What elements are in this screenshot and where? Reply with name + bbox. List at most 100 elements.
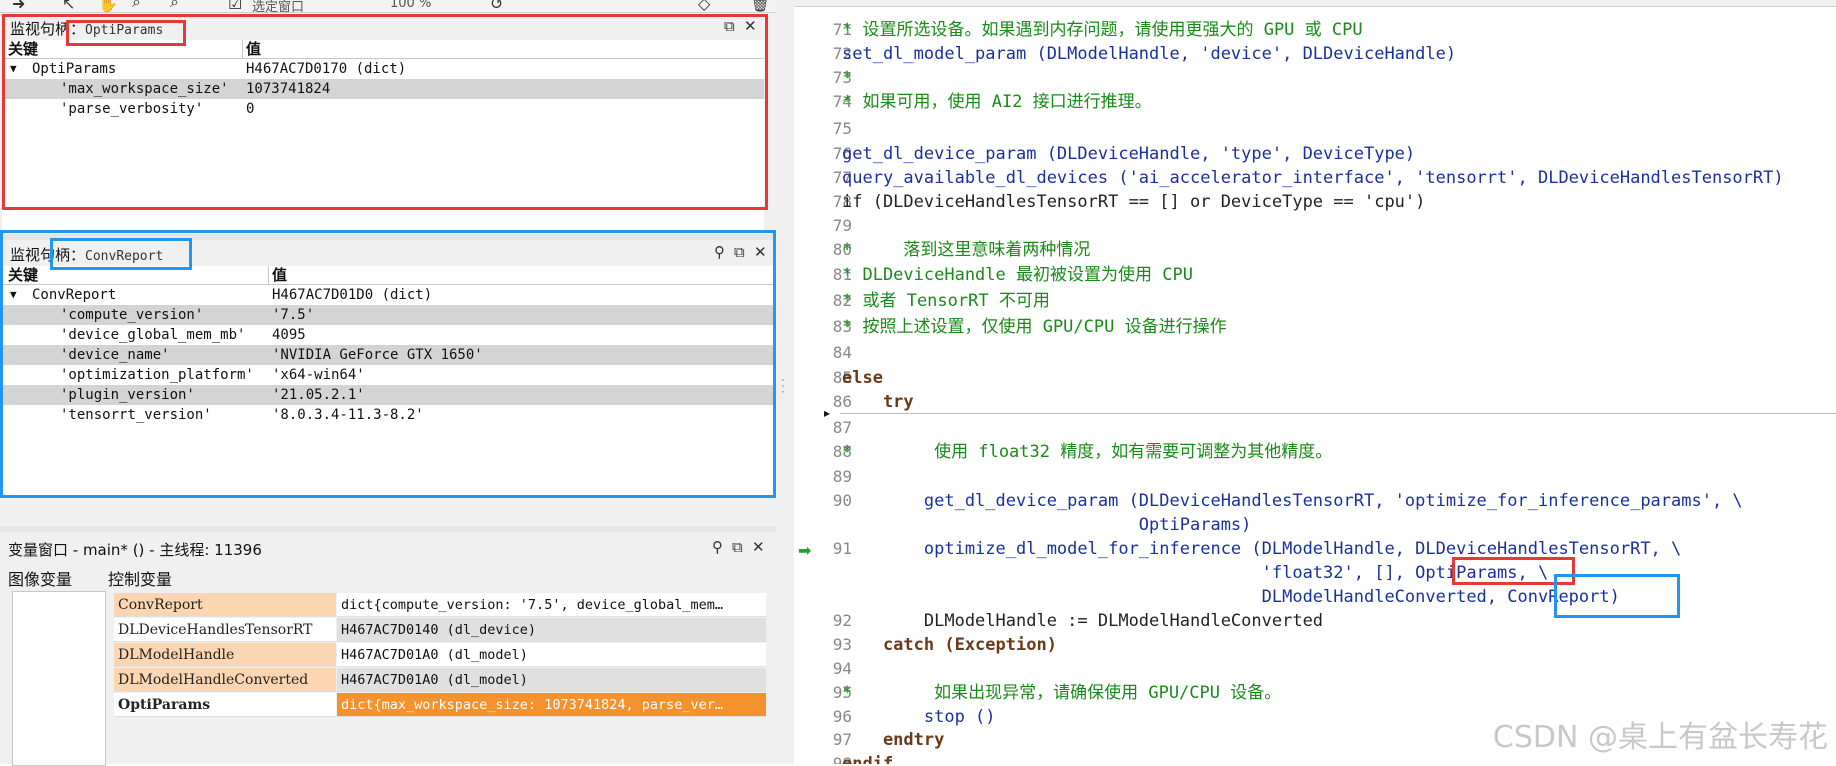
row-key: 'device_global_mem_mb' <box>60 327 246 343</box>
col-value[interactable]: 值 <box>246 40 261 58</box>
table-row[interactable]: ConvReport dict{compute_version: '7.5', … <box>114 593 766 618</box>
code-line[interactable]: 77 query_available_dl_devices ('ai_accele… <box>794 166 1836 190</box>
row-value: '7.5' <box>272 307 315 323</box>
watch-panel-title: 监视句柄：OptiParams ⧉ ✕ <box>2 14 764 40</box>
table-row[interactable]: 'device_name' 'NVIDIA GeForce GTX 1650' <box>2 345 774 365</box>
zoom-out-icon[interactable]: ⌕ <box>170 0 179 12</box>
col-key[interactable]: 关键 <box>8 40 38 58</box>
col-key[interactable]: 关键 <box>8 266 38 284</box>
code-line[interactable]: 83 * 按照上述设置，仅使用 GPU/CPU 设备进行操作 <box>794 315 1836 339</box>
code-line[interactable]: 81 * DLDeviceHandle 最初被设置为使用 CPU <box>794 263 1836 287</box>
table-row[interactable]: 'tensorrt_version' '8.0.3.4-11.3-8.2' <box>2 405 774 425</box>
image-variables-list[interactable] <box>12 591 106 766</box>
line-text: * 如果出现异常，请确保使用 GPU/CPU 设备。 <box>842 683 1282 703</box>
row-value: 0 <box>246 101 255 117</box>
line-text: optimize_dl_model_for_inference (DLModel… <box>842 539 1682 559</box>
expand-icon[interactable]: ▼ <box>10 285 17 305</box>
code-line[interactable]: 78 if (DLDeviceHandlesTensorRT == [] or D… <box>794 190 1836 214</box>
close-icon[interactable]: ✕ <box>754 244 767 260</box>
variable-window-title: 变量窗口 - main* () - 主线程: 11396 <box>8 541 262 559</box>
line-text: OptiParams) <box>842 515 1252 535</box>
line-text: try <box>842 392 914 412</box>
col-value[interactable]: 值 <box>272 266 287 284</box>
code-line[interactable]: 76 get_dl_device_param (DLDeviceHandle, '… <box>794 142 1836 166</box>
row-value: 'x64-win64' <box>272 367 365 383</box>
table-row[interactable]: 'optimization_platform' 'x64-win64' <box>2 365 774 385</box>
expand-icon[interactable]: ▼ <box>10 59 17 79</box>
code-line[interactable]: 95 * 如果出现异常，请确保使用 GPU/CPU 设备。 <box>794 681 1836 705</box>
line-text: * 设置所选设备。如果遇到内存问题，请使用更强大的 GPU 或 CPU <box>842 20 1363 40</box>
zoom-in-icon[interactable]: ⌕ <box>132 0 141 12</box>
table-row[interactable]: OptiParams dict{max_workspace_size: 1073… <box>114 693 766 718</box>
eraser-icon[interactable]: ◇ <box>698 0 710 12</box>
line-text: * DLDeviceHandle 最初被设置为使用 CPU <box>842 265 1193 285</box>
splitter[interactable] <box>0 526 776 532</box>
trash-icon[interactable]: 🗑 <box>750 0 770 12</box>
code-line[interactable]: 'float32', [], OptiParams, \ <box>794 561 1836 585</box>
watch-title-prefix: 监视句柄： <box>10 246 86 264</box>
tab-image-variables[interactable]: 图像变量 <box>8 570 72 589</box>
tab-control-variables[interactable]: 控制变量 <box>108 566 172 590</box>
table-row[interactable]: 'compute_version' '7.5' <box>2 305 774 325</box>
code-editor[interactable]: 71 * 设置所选设备。如果遇到内存问题，请使用更强大的 GPU 或 CPU 72… <box>794 0 1836 764</box>
watch-panel-convreport: 监视句柄： ConvReport ⚲ ⧉ ✕ 关键 值 ▼ ConvReport … <box>2 240 774 496</box>
code-line[interactable]: 90 get_dl_device_param (DLDeviceHandlesT… <box>794 489 1836 513</box>
table-row[interactable]: 'device_global_mem_mb' 4095 <box>2 325 774 345</box>
table-row[interactable]: DLDeviceHandlesTensorRT H467AC7D0140 (dl… <box>114 618 766 643</box>
code-line[interactable]: 87 <box>794 416 1836 440</box>
table-row[interactable]: ▼ ConvReport H467AC7D01D0 (dict) <box>2 285 774 305</box>
code-line[interactable]: 82 * 或者 TensorRT 不可用 <box>794 289 1836 313</box>
code-line[interactable]: 84 <box>794 341 1836 365</box>
table-row[interactable]: 'max_workspace_size' 1073741824 <box>2 79 764 99</box>
restore-icon[interactable]: ⧉ <box>724 18 735 34</box>
code-line[interactable]: 88 * 使用 float32 精度，如有需要可调整为其他精度。 <box>794 440 1836 464</box>
hand-icon[interactable]: ✋ <box>98 0 118 12</box>
close-icon[interactable]: ✕ <box>752 539 765 555</box>
select-window-label[interactable]: 选定窗口 <box>252 0 304 12</box>
code-line[interactable]: 89 <box>794 465 1836 489</box>
restore-icon[interactable]: ⧉ <box>734 244 745 260</box>
close-icon[interactable]: ✕ <box>744 18 757 34</box>
row-value: H467AC7D01D0 (dict) <box>272 287 433 303</box>
code-line[interactable]: 94 <box>794 657 1836 681</box>
row-key: ConvReport <box>32 287 117 303</box>
code-line[interactable]: 71 * 设置所选设备。如果遇到内存问题，请使用更强大的 GPU 或 CPU <box>794 18 1836 42</box>
row-key: 'compute_version' <box>60 307 204 323</box>
select-window-icon[interactable]: ☑ <box>228 0 242 12</box>
code-line[interactable]: 72 set_dl_model_param (DLModelHandle, 'de… <box>794 42 1836 66</box>
zoom-level[interactable]: 100 % <box>390 0 431 11</box>
code-line[interactable]: DLModelHandleConverted, ConvReport) <box>794 585 1836 609</box>
table-row[interactable]: 'plugin_version' '21.05.2.1' <box>2 385 774 405</box>
row-value: 4095 <box>272 327 306 343</box>
pointer-icon[interactable]: ↖ <box>62 0 75 12</box>
undo-icon[interactable]: ↺ <box>490 0 503 12</box>
code-line[interactable]: ➡ 91 optimize_dl_model_for_inference (DLM… <box>794 537 1836 561</box>
code-line[interactable]: OptiParams) <box>794 513 1836 537</box>
table-row[interactable]: ▼ OptiParams H467AC7D0170 (dict) <box>2 59 764 79</box>
line-text: get_dl_device_param (DLDeviceHandle, 'ty… <box>842 144 1416 164</box>
code-line[interactable]: 85 else <box>794 366 1836 390</box>
code-line[interactable]: 73 * <box>794 66 1836 90</box>
table-row[interactable]: DLModelHandle H467AC7D01A0 (dl_model) <box>114 643 766 668</box>
pin-icon[interactable]: ⚲ <box>712 539 723 555</box>
row-key: 'parse_verbosity' <box>60 101 204 117</box>
restore-icon[interactable]: ⧉ <box>732 539 743 555</box>
table-row[interactable]: 'parse_verbosity' 0 <box>2 99 764 119</box>
code-line[interactable]: 93 catch (Exception) <box>794 633 1836 657</box>
code-line[interactable]: 80 * 落到这里意味着两种情况 <box>794 238 1836 262</box>
code-line[interactable]: 86 try <box>794 390 1836 414</box>
code-line[interactable]: 75 <box>794 117 1836 141</box>
line-text: * 如果可用，使用 AI2 接口进行推理。 <box>842 92 1152 112</box>
line-text: * <box>842 68 853 88</box>
line-text: query_available_dl_devices ('ai_accelera… <box>842 168 1784 188</box>
code-line[interactable]: 74 * 如果可用，使用 AI2 接口进行推理。 <box>794 90 1836 114</box>
arrow-icon[interactable]: ➜ <box>12 0 25 12</box>
vertical-splitter[interactable]: · · · <box>776 0 794 764</box>
table-row[interactable]: DLModelHandleConverted H467AC7D01A0 (dl_… <box>114 668 766 693</box>
control-variables-table: ConvReport dict{compute_version: '7.5', … <box>114 593 766 718</box>
code-line[interactable]: 92 DLModelHandle := DLModelHandleConvert… <box>794 609 1836 633</box>
line-text: endtry <box>842 730 945 750</box>
code-line[interactable]: 79 <box>794 214 1836 238</box>
row-key: 'device_name' <box>60 347 170 363</box>
pin-icon[interactable]: ⚲ <box>714 244 725 260</box>
